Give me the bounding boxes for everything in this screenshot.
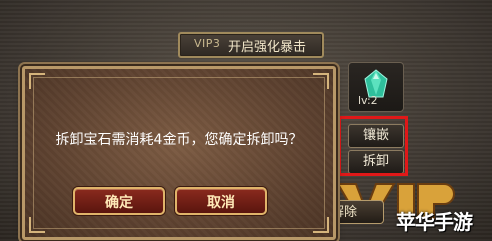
dialog-corner-ornament [29, 73, 45, 89]
cancel-button[interactable]: 取消 [175, 187, 267, 215]
dialog-corner-ornament [313, 73, 329, 89]
confirm-dialog: 拆卸宝石需消耗4金币，您确定拆卸吗？ 确定 取消 [22, 66, 336, 240]
confirm-button[interactable]: 确定 [73, 187, 165, 215]
dialog-message: 拆卸宝石需消耗4金币，您确定拆卸吗？ [55, 132, 303, 148]
vip-banner: VIP3 开启强化暴击 [178, 32, 324, 58]
watermark: 苹华手游 [396, 210, 473, 234]
dialog-corner-ornament [29, 217, 45, 233]
highlight-box [338, 116, 408, 176]
gem-level-label: lv:2 [358, 94, 378, 107]
banner-title: 开启强化暴击 [228, 40, 307, 55]
dialog-corner-ornament [313, 217, 329, 233]
vip-level-label: VIP3 [194, 37, 221, 50]
